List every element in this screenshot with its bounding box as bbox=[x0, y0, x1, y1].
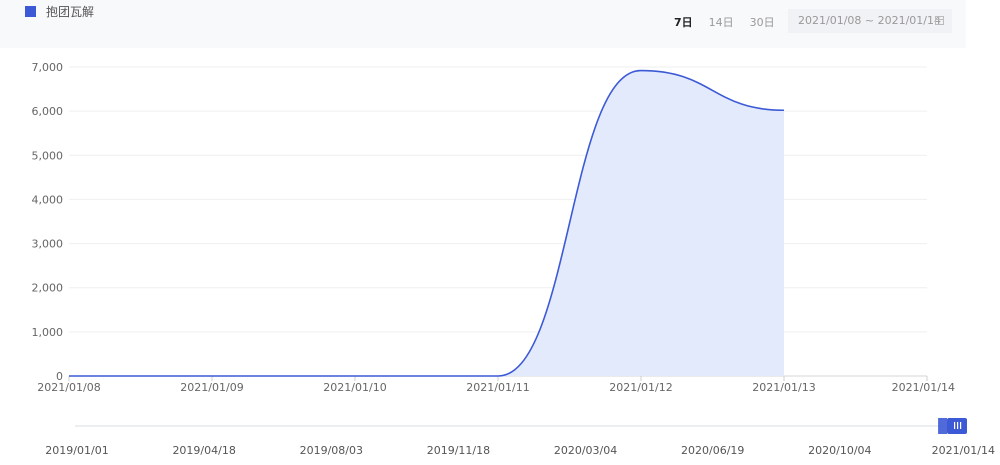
slider-track bbox=[75, 425, 967, 427]
grip-icon bbox=[960, 422, 962, 429]
grip-icon bbox=[957, 422, 959, 429]
y-tick-label: 6,000 bbox=[32, 105, 64, 118]
slider-date-label: 2020/10/04 bbox=[808, 444, 871, 457]
slider-date-label: 2021/01/14 bbox=[932, 444, 995, 457]
slider-date-label: 2019/04/18 bbox=[172, 444, 235, 457]
y-tick-label: 1,000 bbox=[32, 326, 64, 339]
y-tick-label: 5,000 bbox=[32, 149, 64, 162]
y-tick-label: 3,000 bbox=[32, 238, 64, 251]
x-tick-label: 2021/01/08 bbox=[37, 381, 100, 394]
chart-canvas: 01,0002,0003,0004,0005,0006,0007,0002021… bbox=[32, 61, 996, 457]
y-tick-label: 7,000 bbox=[32, 61, 64, 74]
series-area bbox=[69, 70, 784, 376]
grip-icon bbox=[954, 422, 956, 429]
slider-date-label: 2019/01/01 bbox=[45, 444, 108, 457]
slider-date-label: 2019/08/03 bbox=[300, 444, 363, 457]
x-tick-label: 2021/01/10 bbox=[323, 381, 386, 394]
slider-date-label: 2020/06/19 bbox=[681, 444, 744, 457]
slider-date-label: 2019/11/18 bbox=[427, 444, 490, 457]
y-tick-label: 2,000 bbox=[32, 282, 64, 295]
x-tick-label: 2021/01/09 bbox=[180, 381, 243, 394]
y-tick-label: 4,000 bbox=[32, 193, 64, 206]
x-tick-label: 2021/01/11 bbox=[466, 381, 529, 394]
x-tick-label: 2021/01/12 bbox=[609, 381, 672, 394]
x-tick-label: 2021/01/14 bbox=[892, 381, 955, 394]
slider-range-bar bbox=[938, 418, 947, 434]
slider-date-label: 2020/03/04 bbox=[554, 444, 617, 457]
x-tick-label: 2021/01/13 bbox=[752, 381, 815, 394]
